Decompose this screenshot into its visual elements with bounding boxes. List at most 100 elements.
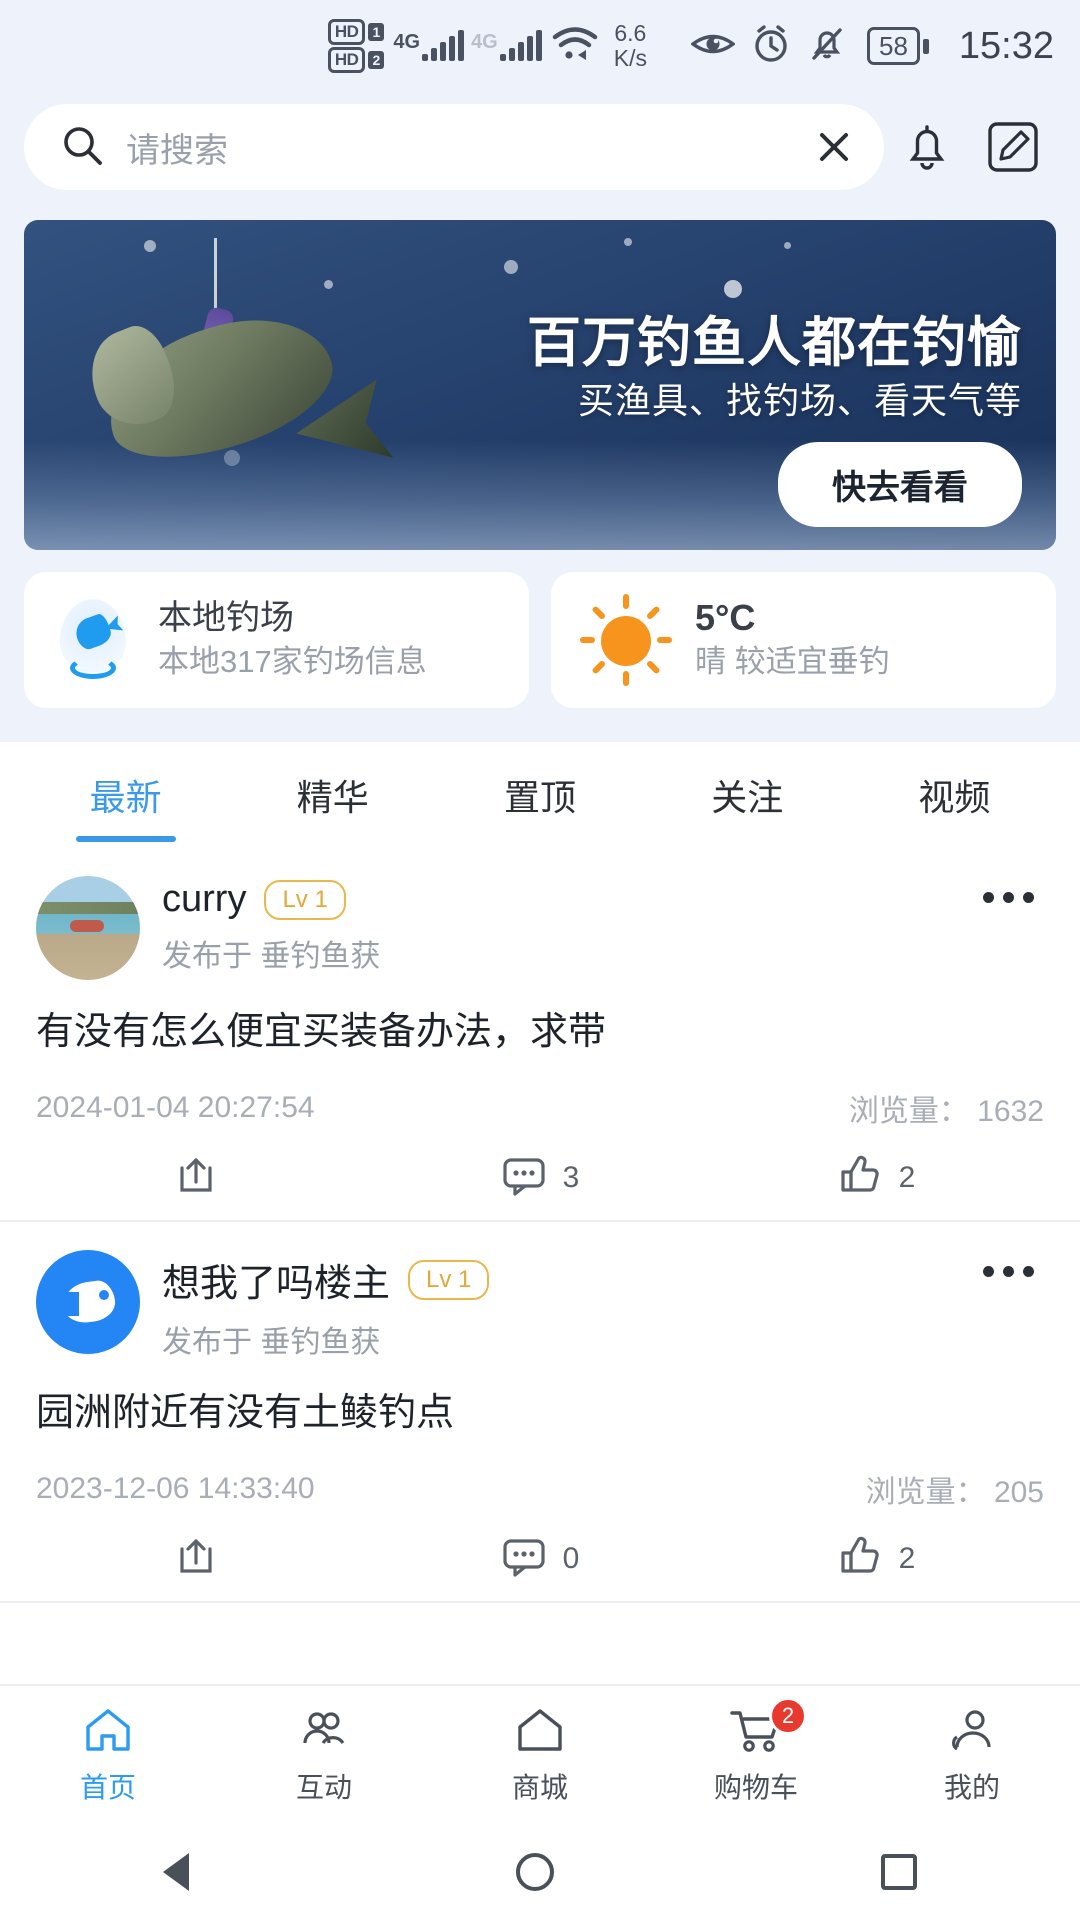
tab-video[interactable]: 视频: [851, 742, 1058, 848]
network-type-label: 4G: [471, 31, 498, 53]
nav-label: 商城: [511, 1771, 568, 1803]
user-level-badge: Lv 1: [408, 1259, 490, 1300]
clear-search-icon[interactable]: [812, 125, 856, 169]
post-date: 2023-12-06 14:33:40: [36, 1472, 315, 1505]
interact-icon: [297, 1705, 351, 1760]
splash-drop: [784, 242, 791, 249]
status-bar-left-icons: HD 1 HD 2 4G 4G 6.6 K/s: [327, 19, 657, 73]
post-item[interactable]: curry Lv 1 发布于 垂钓鱼获 有没有怎么便宜买装备办法，求带 2024…: [0, 848, 1080, 1222]
post-views: 浏览量： 1632: [849, 1086, 1044, 1130]
weather-temperature: 5°C: [695, 597, 756, 638]
banner-cta-button[interactable]: 快去看看: [778, 442, 1022, 527]
signal-bars-icon: [499, 30, 542, 61]
bell-muted-icon: [807, 24, 847, 69]
sim2-number: 2: [368, 51, 385, 69]
banner-title: 百万钓鱼人都在钓愉: [527, 313, 1022, 373]
post-user-info: 想我了吗楼主 Lv 1 发布于 垂钓鱼获: [162, 1250, 1044, 1361]
like-count: 2: [898, 1161, 916, 1194]
bottom-navigation: 首页 互动 商城 2 购物车 我的: [0, 1684, 1080, 1824]
notification-button[interactable]: [884, 118, 970, 176]
post-views-label: 浏览量：: [865, 1476, 986, 1509]
post-category: 发布于 垂钓鱼获: [162, 1326, 381, 1359]
avatar[interactable]: [36, 1250, 140, 1354]
info-cards: 本地钓场 本地317家钓场信息 5°C 晴 较适宜垂钓: [24, 572, 1056, 708]
app-screen: HD 1 HD 2 4G 4G 6.6 K/s 58 15:32 请搜索 百万钓…: [0, 0, 1080, 1920]
user-level-badge: Lv 1: [264, 879, 346, 920]
nav-shop[interactable]: 商城: [432, 1705, 648, 1806]
user-row: curry Lv 1: [162, 878, 1044, 921]
comment-action[interactable]: 0: [372, 1533, 708, 1585]
bell-icon: [909, 125, 945, 170]
comment-count: 0: [562, 1542, 580, 1575]
hd-icon: HD: [327, 47, 366, 73]
nav-interact[interactable]: 互动: [216, 1705, 432, 1806]
network-speed-unit: K/s: [613, 45, 647, 71]
card-subtitle: 本地317家钓场信息: [158, 644, 427, 679]
like-action[interactable]: 2: [708, 1533, 1044, 1585]
local-fishing-spots-card[interactable]: 本地钓场 本地317家钓场信息: [24, 572, 529, 708]
post-username[interactable]: curry: [162, 878, 246, 921]
fish-pin-icon: [50, 597, 136, 683]
status-bar: HD 1 HD 2 4G 4G 6.6 K/s 58 15:32: [0, 0, 1080, 92]
tab-following[interactable]: 关注: [644, 742, 851, 848]
avatar[interactable]: [36, 876, 140, 980]
compose-button[interactable]: [970, 119, 1056, 175]
battery-indicator: 58: [866, 27, 929, 65]
status-bar-clock: 15:32: [958, 24, 1054, 67]
recent-apps-button-icon[interactable]: [880, 1854, 917, 1890]
hd-icon: HD: [327, 19, 366, 45]
post-meta: 2023-12-06 14:33:40 浏览量： 205: [36, 1467, 1044, 1511]
search-input[interactable]: 请搜索: [126, 123, 790, 172]
fishing-line: [214, 238, 217, 316]
brand-fish-icon: [57, 1278, 119, 1326]
comment-action[interactable]: 3: [372, 1152, 708, 1204]
post-actions: 3 2: [36, 1152, 1044, 1204]
hd-sim2: HD 2: [327, 47, 385, 73]
search-row: 请搜索: [24, 92, 1056, 190]
post-more-icon[interactable]: [973, 882, 1044, 913]
signal-sim2: 4G: [471, 30, 542, 61]
like-action[interactable]: 2: [708, 1152, 1044, 1204]
tab-featured[interactable]: 精华: [229, 742, 436, 848]
splash-drop: [504, 260, 518, 274]
search-bar[interactable]: 请搜索: [24, 104, 884, 190]
status-bar-right-icons: 58 15:32: [690, 24, 1054, 69]
post-views-count: 1632: [977, 1095, 1044, 1128]
tab-pinned[interactable]: 置顶: [436, 742, 643, 848]
share-action[interactable]: [36, 1533, 372, 1585]
post-views-label: 浏览量：: [848, 1095, 969, 1128]
share-action[interactable]: [36, 1152, 372, 1204]
post-username[interactable]: 想我了吗楼主: [162, 1252, 390, 1307]
back-button-icon[interactable]: [163, 1853, 190, 1891]
wifi-icon: [552, 26, 598, 67]
card-text: 本地钓场 本地317家钓场信息: [158, 596, 427, 684]
nav-label: 首页: [79, 1771, 136, 1803]
battery-percent: 58: [866, 27, 920, 65]
post-views: 浏览量： 205: [866, 1467, 1044, 1511]
weather-condition: 晴 较适宜垂钓: [695, 644, 890, 679]
post-header: curry Lv 1 发布于 垂钓鱼获: [36, 876, 1044, 980]
network-speed: 6.6 K/s: [614, 21, 647, 71]
banner-fish-illustration: [64, 238, 394, 538]
content-area: 最新 精华 置顶 关注 视频 curry Lv 1 发布于 垂钓鱼获 有没有怎么…: [0, 742, 1080, 1603]
nav-label: 我的: [943, 1771, 1000, 1803]
nav-home[interactable]: 首页: [0, 1705, 216, 1806]
post-title[interactable]: 园洲附近有没有土鲮钓点: [36, 1387, 1044, 1439]
comment-count: 3: [562, 1161, 580, 1194]
post-more-icon[interactable]: [973, 1256, 1044, 1287]
post-item[interactable]: 想我了吗楼主 Lv 1 发布于 垂钓鱼获 园洲附近有没有土鲮钓点 2023-12…: [0, 1222, 1080, 1603]
home-button-icon[interactable]: [515, 1853, 554, 1891]
user-row: 想我了吗楼主 Lv 1: [162, 1252, 1044, 1307]
post-title[interactable]: 有没有怎么便宜买装备办法，求带: [36, 1006, 1044, 1058]
post-date: 2024-01-04 20:27:54: [36, 1091, 315, 1124]
sun-icon: [577, 592, 673, 688]
home-icon: [81, 1705, 135, 1760]
hd-volte-stack: HD 1 HD 2: [327, 19, 385, 73]
weather-card[interactable]: 5°C 晴 较适宜垂钓: [551, 572, 1056, 708]
promo-banner[interactable]: 百万钓鱼人都在钓愉 买渔具、找钓场、看天气等 快去看看: [24, 220, 1056, 550]
tab-latest[interactable]: 最新: [22, 742, 229, 848]
nav-profile[interactable]: 我的: [864, 1705, 1080, 1806]
post-views-count: 205: [993, 1476, 1044, 1509]
nav-cart[interactable]: 2 购物车: [648, 1696, 864, 1806]
sim1-number: 1: [368, 23, 385, 41]
